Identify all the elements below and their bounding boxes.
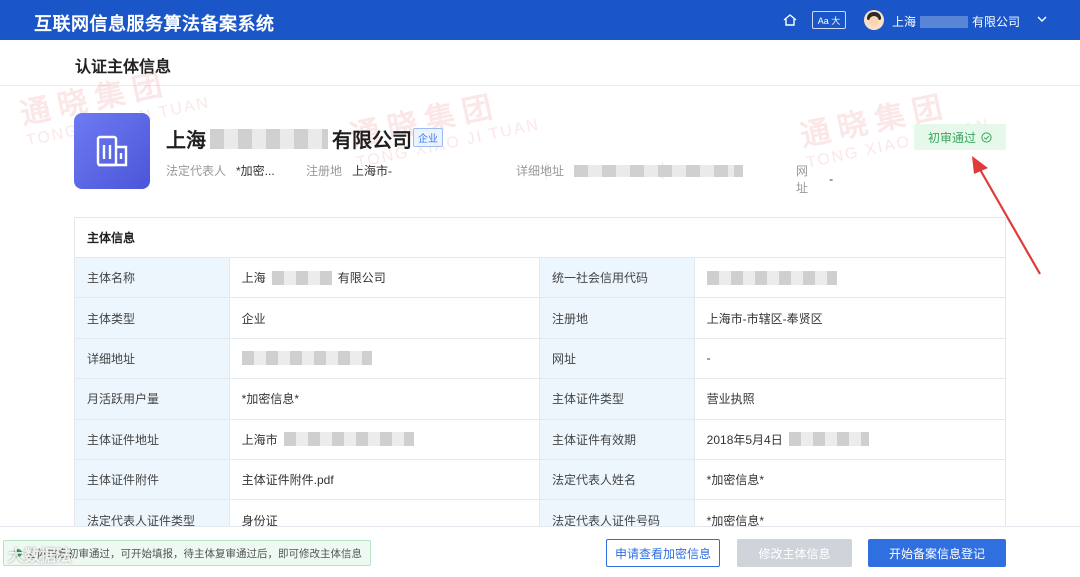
user-name-suffix: 有限公司 [972, 15, 1021, 29]
view-encrypted-button[interactable]: 申请查看加密信息 [606, 539, 720, 567]
table-row: 主体证件附件 主体证件附件.pdf 法定代表人姓名 *加密信息* [75, 459, 1005, 501]
redacted-block [210, 128, 328, 149]
table-row: 月活跃用户量 *加密信息* 主体证件类型 营业执照 [75, 379, 1005, 420]
edit-subject-button[interactable]: 修改主体信息 [737, 539, 852, 567]
check-circle-icon [981, 131, 992, 143]
attachment-link[interactable]: 主体证件附件.pdf [230, 459, 540, 500]
page-title: 认证主体信息 [75, 59, 172, 76]
table-row: 详细地址 网址 - [75, 338, 1005, 380]
avatar[interactable] [864, 10, 884, 30]
user-name-prefix: 上海 [892, 15, 917, 29]
bottom-action-bar: 主体信息初审通过，可开始填报，待主体复审通过后，即可修改主体信息 申请查看加密信… [0, 526, 1080, 577]
subject-info-table: 主体信息 主体名称 上海 有限公司 统一社会信用代码 主体类型 企业 注册地 上海… [74, 217, 1006, 542]
table-row: 主体证件地址 上海市 主体证件有效期 2018年5月4日 [75, 419, 1005, 460]
entity-type-tag: 企业 [413, 128, 443, 147]
redacted-block [271, 270, 332, 285]
redacted-block [241, 351, 372, 366]
page-header: 认证主体信息 [0, 40, 1080, 86]
entity-name: 上海 有限公司 [166, 128, 412, 152]
app-title: 互联网信息服务算法备案系统 [34, 14, 275, 34]
chevron-down-icon[interactable] [1036, 12, 1048, 29]
status-badge: 初审通过 [914, 124, 1006, 150]
building-icon [74, 113, 150, 189]
table-title: 主体信息 [75, 218, 1005, 258]
redacted-block [788, 432, 869, 447]
table-row: 主体类型 企业 注册地 上海市-市辖区-奉贤区 [75, 298, 1005, 339]
redacted-block [706, 270, 837, 285]
home-icon[interactable] [782, 12, 798, 28]
footer-watermark: 大数据法 [8, 548, 73, 565]
redacted-block [920, 15, 969, 28]
user-name[interactable]: 上海 有限公司 [892, 13, 1020, 30]
redacted-block [574, 164, 735, 177]
redacted-block [283, 432, 414, 447]
meta-detailed-address: 详细地址 [516, 162, 735, 179]
font-size-toggle[interactable]: Aa 大 [812, 11, 846, 29]
top-bar: 互联网信息服务算法备案系统 Aa 大 上海 有限公司 [0, 0, 1080, 40]
start-registration-button[interactable]: 开始备案信息登记 [868, 539, 1006, 567]
table-row: 主体名称 上海 有限公司 统一社会信用代码 [75, 258, 1005, 299]
